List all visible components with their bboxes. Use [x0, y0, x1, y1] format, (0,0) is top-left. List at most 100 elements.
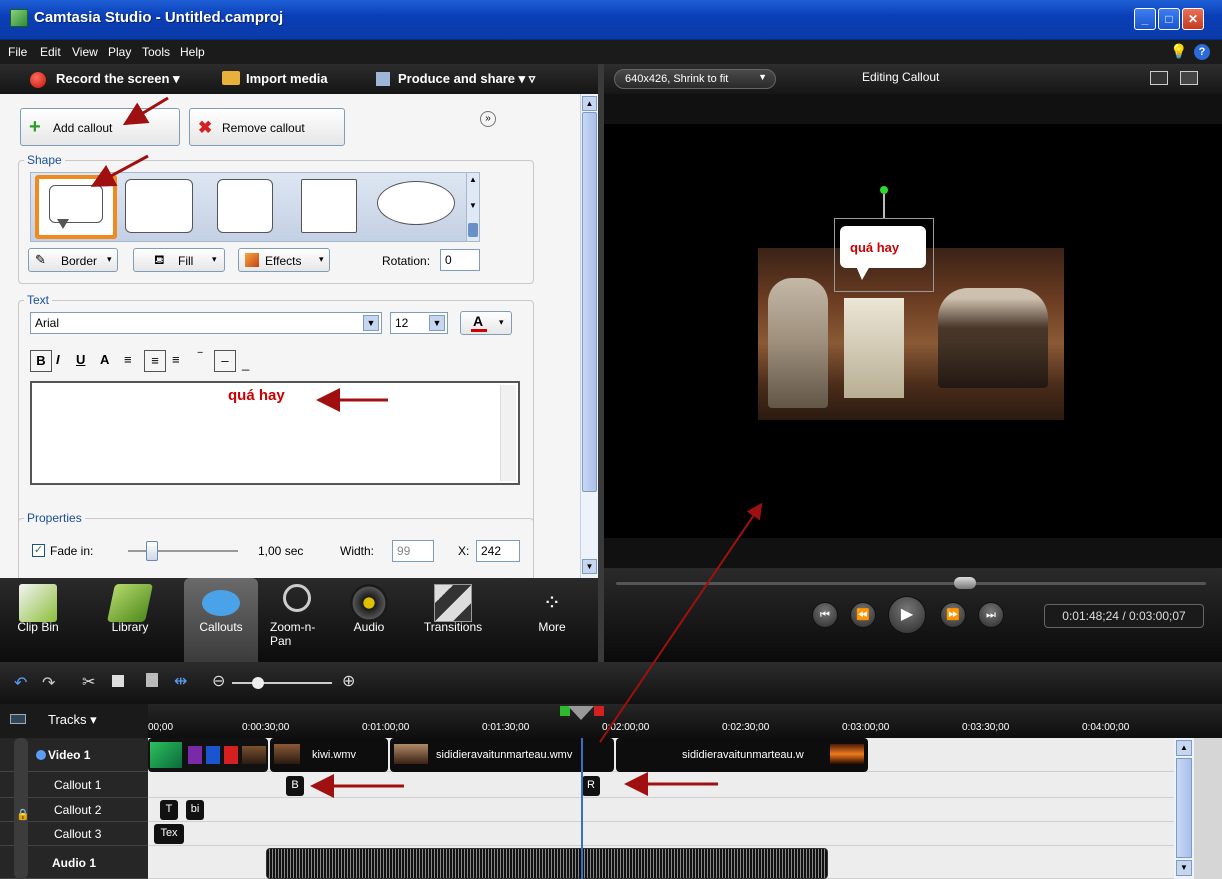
shape-rounded-rect[interactable] — [125, 179, 193, 233]
border-dropdown[interactable]: ✎ Border ▾ — [28, 248, 118, 272]
menu-tools[interactable]: Tools — [142, 45, 170, 59]
underline-icon[interactable]: U — [76, 352, 85, 367]
maximize-button[interactable]: □ — [1158, 8, 1180, 30]
skip-back-icon[interactable]: ⏮ — [812, 602, 838, 628]
split-icon[interactable]: ⇹ — [174, 671, 187, 691]
callout1-marker-b[interactable]: B — [286, 776, 304, 796]
valign-bottom-icon[interactable]: _ — [242, 356, 249, 371]
shape-speech-rect[interactable] — [35, 175, 117, 239]
preview-size-dropdown[interactable]: 640x426, Shrink to fit ▼ — [614, 69, 776, 89]
ruler-label: 0:02:00;00 — [602, 722, 650, 733]
width-input[interactable]: 99 — [392, 540, 434, 562]
selection-end-marker[interactable] — [594, 706, 604, 716]
fullscreen-icon[interactable] — [1150, 71, 1168, 85]
callout-text-area[interactable]: quá hay — [30, 381, 520, 485]
callout1-marker-r[interactable]: R — [582, 776, 600, 796]
undo-icon[interactable]: ↶ — [14, 673, 27, 693]
valign-top-icon[interactable]: ‾ — [198, 350, 202, 365]
play-icon[interactable]: ▶ — [888, 596, 926, 634]
align-center-icon[interactable]: ≡ — [144, 350, 166, 372]
detach-icon[interactable] — [1180, 71, 1198, 85]
timeline-ruler[interactable]: 00;00 0:00:30;00 0:01:00;00 0:01:30;00 0… — [148, 704, 1222, 738]
font-size-select[interactable]: 12 ▼ — [390, 312, 448, 334]
menu-help[interactable]: Help — [180, 45, 205, 59]
x-input[interactable]: 242 — [476, 540, 520, 562]
fast-forward-icon[interactable]: ⏩ — [940, 602, 966, 628]
thumb-clips[interactable] — [148, 738, 268, 772]
font-select[interactable]: Arial ▼ — [30, 312, 382, 334]
tab-transitions[interactable]: Transitions — [410, 578, 496, 662]
clip-kiwi[interactable]: kiwi.wmv — [270, 738, 388, 772]
tracks-dropdown[interactable]: Tracks ▾ — [48, 712, 97, 728]
clip-sididier-2[interactable]: sididieravaitunmarteau.w — [616, 738, 868, 772]
callout-preview-bubble[interactable]: quá hay — [840, 226, 926, 268]
redo-icon[interactable]: ↷ — [42, 673, 55, 693]
align-right-icon[interactable]: ≡ — [172, 352, 180, 367]
copy-icon[interactable] — [112, 675, 124, 687]
tab-more[interactable]: ⁘ More — [516, 578, 588, 662]
shape-rounded-square[interactable] — [217, 179, 273, 233]
valign-middle-icon[interactable]: – — [214, 350, 236, 372]
fill-dropdown[interactable]: ⛾ Fill ▾ — [133, 248, 225, 272]
cut-icon[interactable]: ✂ — [82, 672, 95, 692]
italic-icon[interactable]: I — [56, 352, 60, 367]
fade-in-slider[interactable] — [128, 541, 238, 561]
font-color-button[interactable]: A ▾ — [460, 311, 512, 335]
playback-seekbar[interactable] — [616, 582, 1206, 585]
tracks-scrollbar[interactable]: ▲ ▼ — [1174, 738, 1194, 879]
tab-callouts[interactable]: Callouts — [184, 578, 258, 662]
paste-icon[interactable] — [146, 673, 158, 687]
callout2-marker-bi[interactable]: bi — [186, 800, 204, 820]
playhead[interactable] — [568, 706, 594, 720]
menu-view[interactable]: View — [72, 45, 98, 59]
ruler-label: 0:03:00;00 — [842, 722, 890, 733]
collapse-icon[interactable]: » — [480, 111, 496, 127]
tab-zoom-pan[interactable]: Zoom-n- Pan — [262, 578, 332, 662]
effects-dropdown[interactable]: Effects ▾ — [238, 248, 330, 272]
seekbar-thumb[interactable] — [954, 577, 976, 589]
shape-oval-bubble[interactable] — [377, 181, 455, 225]
menu-play[interactable]: Play — [108, 45, 131, 59]
minimize-button[interactable]: _ — [1134, 8, 1156, 30]
callout3-marker-tex[interactable]: Tex — [154, 824, 184, 844]
rotation-handle[interactable] — [882, 188, 886, 192]
skip-forward-icon[interactable]: ⏭ — [978, 602, 1004, 628]
remove-callout-button[interactable]: ✖ Remove callout — [189, 108, 345, 146]
lock-icon[interactable]: 🔒 — [16, 808, 30, 821]
rotation-input[interactable]: 0 — [440, 249, 480, 271]
border-icon: ✎ — [35, 252, 46, 267]
text-scrollbar[interactable] — [500, 385, 516, 481]
fill-bucket-icon: ⛾ — [154, 252, 165, 267]
zoom-slider[interactable] — [232, 677, 332, 689]
video-drawing — [844, 298, 904, 398]
add-callout-button[interactable]: + Add callout — [20, 108, 180, 146]
tab-clip-bin[interactable]: Clip Bin — [0, 578, 76, 662]
zoom-out-icon[interactable]: ⊖ — [212, 671, 225, 691]
tab-audio[interactable]: Audio — [338, 578, 400, 662]
menu-edit[interactable]: Edit — [40, 45, 61, 59]
fade-in-label: Fade in: — [50, 544, 94, 558]
timeline-tracks: Video 1 Callout 1 Callout 2 Callout 3 Au… — [0, 738, 1222, 879]
rewind-icon[interactable]: ⏪ — [850, 602, 876, 628]
record-screen-button[interactable]: Record the screen ▾ — [56, 71, 180, 87]
zoom-in-icon[interactable]: ⊕ — [342, 671, 355, 691]
help-icon[interactable]: ? — [1194, 44, 1210, 60]
fade-in-checkbox[interactable]: ✓ — [32, 544, 45, 557]
menu-file[interactable]: File — [8, 45, 27, 59]
produce-share-button[interactable]: Produce and share ▾ ▿ — [398, 71, 535, 87]
tracks-icon — [10, 714, 26, 724]
align-left-icon[interactable]: ≡ — [124, 352, 132, 367]
bold-icon[interactable]: B — [30, 350, 52, 372]
callout2-marker-t[interactable]: T — [160, 800, 178, 820]
tab-library[interactable]: Library — [90, 578, 170, 662]
shape-square[interactable] — [301, 179, 357, 233]
import-media-button[interactable]: Import media — [246, 71, 328, 86]
panel-scrollbar[interactable]: ▲ ▼ — [580, 94, 598, 578]
shape-gallery-scrollbar[interactable]: ▲ ▼ — [466, 172, 480, 242]
slider-thumb[interactable] — [146, 541, 158, 561]
text-shadow-icon[interactable]: A — [100, 352, 109, 367]
audio-waveform-clip[interactable] — [266, 848, 828, 879]
lightbulb-icon[interactable]: 💡 — [1170, 43, 1187, 60]
close-button[interactable]: ✕ — [1182, 8, 1204, 30]
selection-start-marker[interactable] — [560, 706, 570, 716]
